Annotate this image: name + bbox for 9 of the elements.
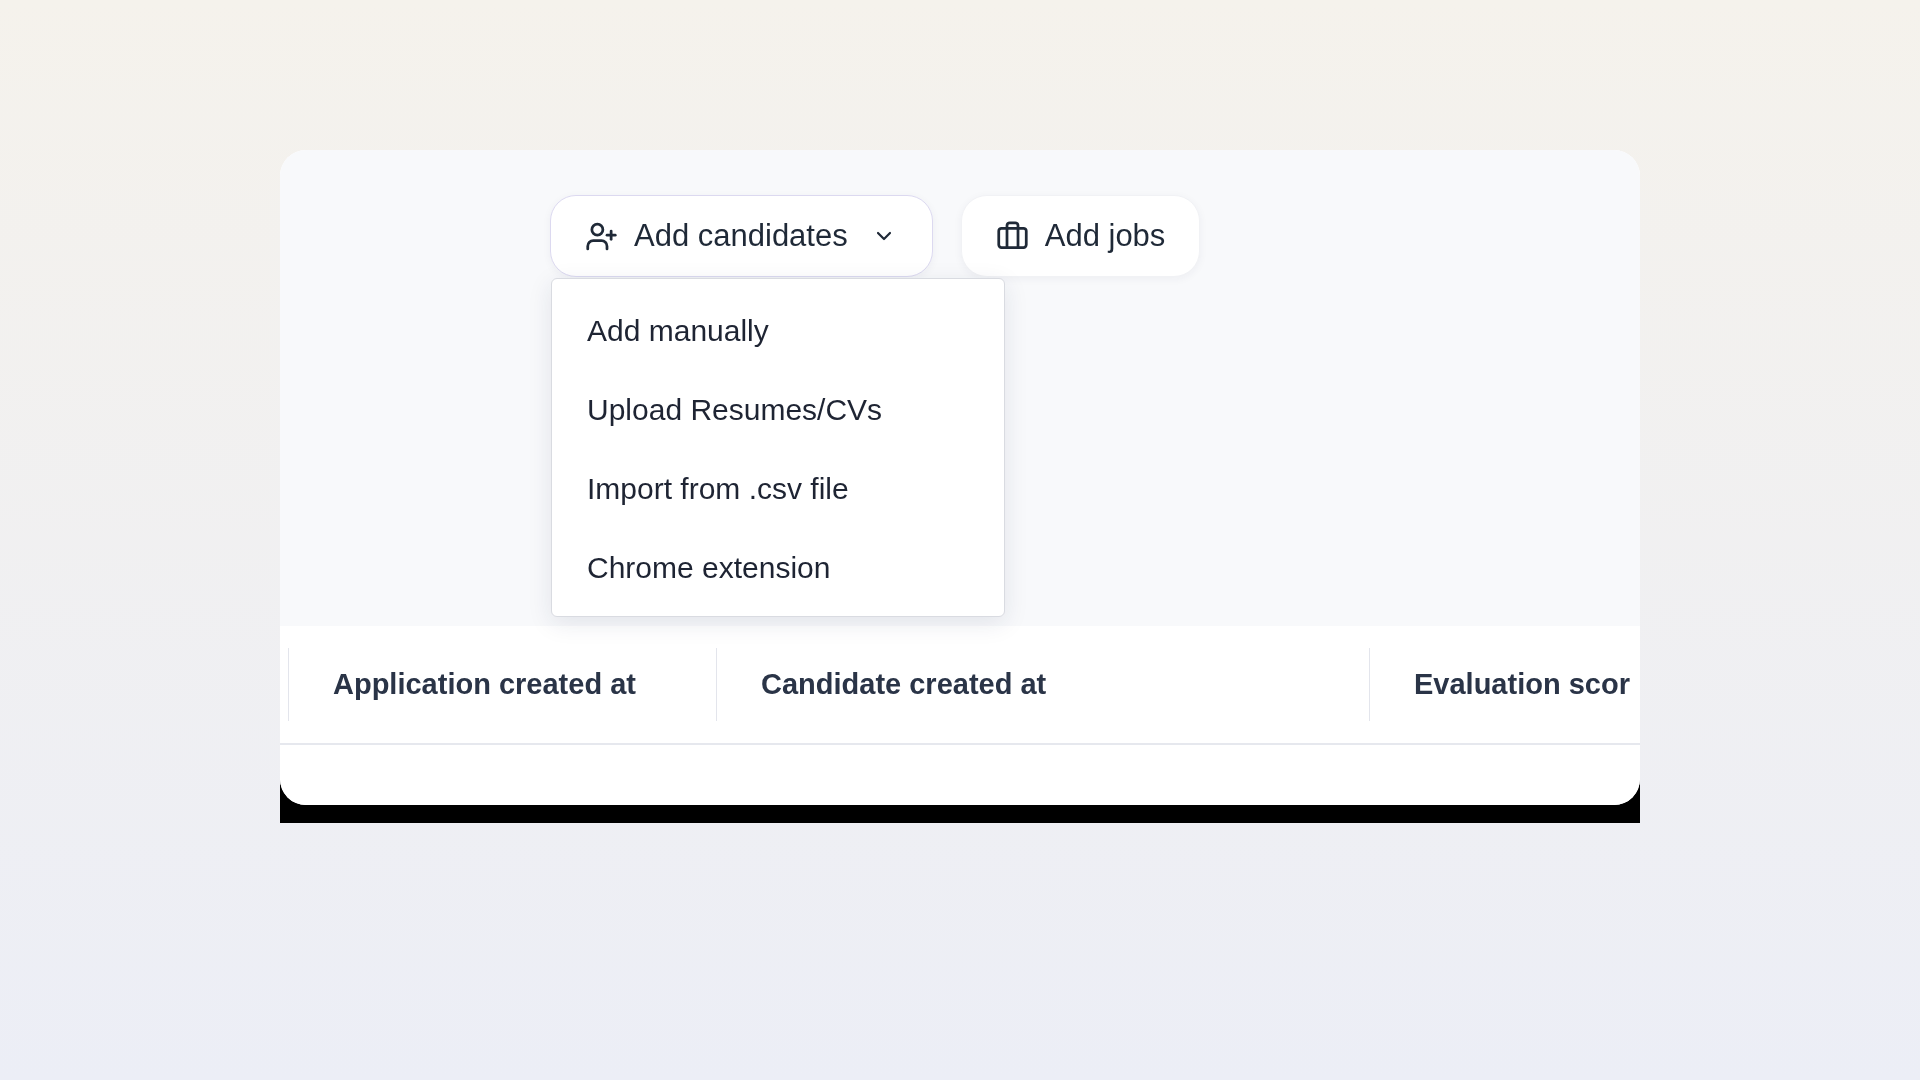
column-header: Evaluation scor bbox=[1414, 666, 1630, 702]
menu-item[interactable]: Import from .csv file bbox=[552, 449, 1004, 528]
menu-item[interactable]: Upload Resumes/CVs bbox=[552, 370, 1004, 449]
column-header: Candidate created at bbox=[761, 666, 1047, 702]
menu-item[interactable]: Chrome extension bbox=[552, 528, 1004, 607]
column-header: Application created at bbox=[333, 666, 636, 702]
toolbar-button[interactable]: Add jobs bbox=[960, 195, 1201, 277]
dropdown-button[interactable]: Add candidates bbox=[550, 195, 933, 277]
menu-item[interactable]: Add manually bbox=[552, 291, 1004, 370]
